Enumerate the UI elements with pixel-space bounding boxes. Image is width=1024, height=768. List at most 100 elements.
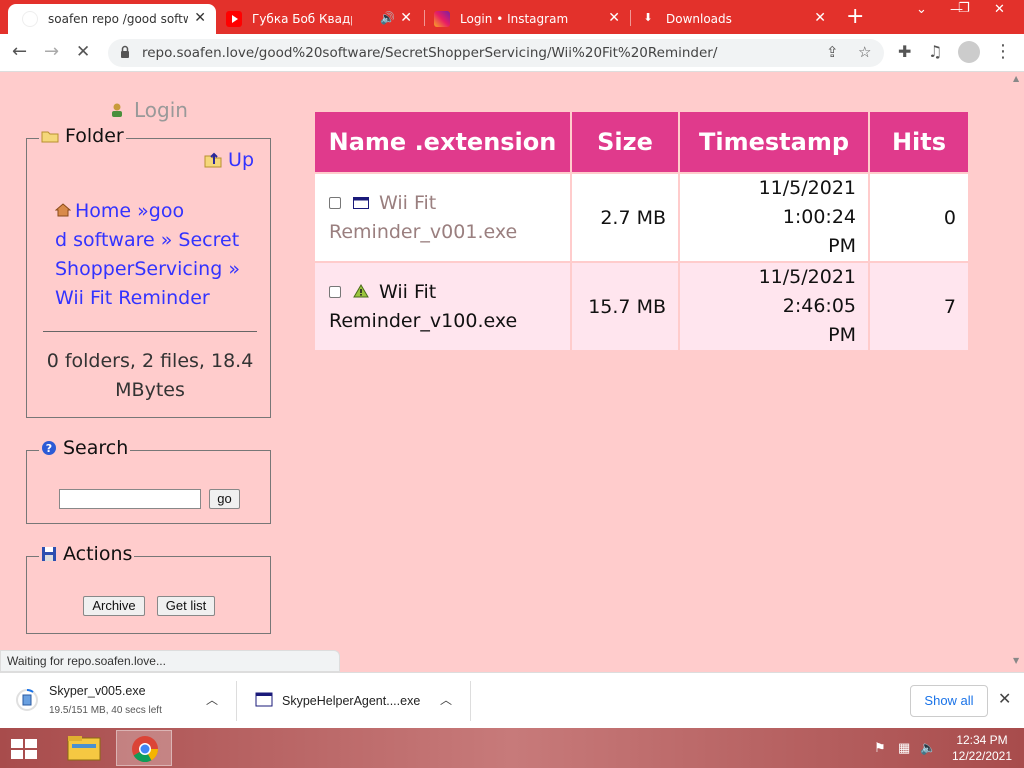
network-icon[interactable]: ▦ <box>898 740 910 756</box>
search-input[interactable] <box>59 489 201 509</box>
tab-close-icon[interactable]: ✕ <box>194 10 206 26</box>
action-center-flag-icon[interactable]: ⚑ <box>874 740 886 756</box>
file-link[interactable]: Reminder_v001.exe <box>329 221 517 243</box>
file-timestamp-cell: 11/5/2021 2:46:05 PM <box>678 261 870 352</box>
window-close-icon[interactable]: ✕ <box>994 2 1005 17</box>
actions-panel: Actions Archive Get list <box>26 543 271 634</box>
file-select-checkbox[interactable] <box>329 286 341 298</box>
status-bubble: Waiting for repo.soafen.love... <box>0 650 340 672</box>
file-table: Name .extension Size Timestamp Hits Wii … <box>313 110 970 352</box>
forward-arrow-icon[interactable]: → <box>44 42 59 62</box>
home-icon <box>54 203 72 217</box>
menu-kebab-icon[interactable]: ⋮ <box>994 42 1012 62</box>
breadcrumb-separator: » <box>228 258 240 280</box>
tab-downloads[interactable]: ⬇ Downloads ✕ <box>640 4 836 34</box>
url-text[interactable]: repo.soafen.love/good%20software/SecretS… <box>142 45 717 61</box>
download-item-skyper[interactable]: Skyper_v005.exe 19.5/151 MB, 40 secs lef… <box>0 673 234 729</box>
breadcrumb: Home »goo d software » Secret ShopperServi… <box>54 197 255 313</box>
chevron-up-icon[interactable]: ︿ <box>440 691 452 708</box>
close-shelf-icon[interactable]: ✕ <box>998 689 1011 709</box>
file-link[interactable]: Reminder_v100.exe <box>329 310 517 332</box>
table-row: Wii Fit Reminder_v001.exe 2.7 MB 11/5/202… <box>313 172 970 263</box>
breadcrumb-separator: » <box>137 200 149 222</box>
tab-close-icon[interactable]: ✕ <box>814 10 826 26</box>
audio-playing-icon[interactable]: 🔊 <box>380 11 395 25</box>
tab-soafen-repo[interactable]: soafen repo /good softwar ✕ <box>8 4 216 34</box>
file-link[interactable]: Wii Fit <box>379 192 436 214</box>
breadcrumb-text: Secret <box>178 229 240 251</box>
download-separator <box>470 681 471 721</box>
help-icon: ? <box>42 441 56 455</box>
file-link[interactable]: Wii Fit <box>379 281 436 303</box>
address-bar[interactable]: repo.soafen.love/good%20software/SecretS… <box>108 39 884 67</box>
download-item-skypehelper[interactable]: SkypeHelperAgent....exe ︿ <box>238 673 468 729</box>
login-label: Login <box>134 98 188 122</box>
tab-title: Губка Боб Квадратны <box>252 12 352 26</box>
windows-start-icon[interactable] <box>10 738 38 760</box>
extensions-puzzle-icon[interactable]: ✚ <box>898 42 911 62</box>
profile-avatar[interactable] <box>958 41 980 63</box>
share-icon[interactable]: ⇪ <box>826 43 839 61</box>
floppy-disk-icon <box>42 547 56 561</box>
tab-close-icon[interactable]: ✕ <box>400 10 412 26</box>
folder-up-icon <box>204 152 222 168</box>
breadcrumb-text: d software <box>55 229 155 251</box>
get-list-button[interactable]: Get list <box>157 596 215 616</box>
breadcrumb-wii-fit-reminder[interactable]: Wii Fit Reminder <box>55 287 210 309</box>
bookmark-star-icon[interactable]: ☆ <box>858 43 871 61</box>
file-explorer-icon[interactable] <box>56 730 112 766</box>
tab-separator <box>424 10 425 26</box>
scroll-up-icon[interactable]: ▲ <box>1013 74 1019 83</box>
file-size-cell: 15.7 MB <box>570 261 680 352</box>
scroll-down-icon[interactable]: ▼ <box>1013 656 1019 665</box>
file-name-cell: Wii Fit Reminder_v100.exe <box>313 261 572 352</box>
tab-instagram[interactable]: Login • Instagram ✕ <box>434 4 630 34</box>
file-select-checkbox[interactable] <box>329 197 341 209</box>
file-hits-cell: 7 <box>868 261 970 352</box>
download-progress-text: 19.5/151 MB, 40 secs left <box>49 705 162 716</box>
lock-icon[interactable] <box>120 45 130 59</box>
new-tab-button[interactable]: + <box>846 4 864 30</box>
restore-icon[interactable]: ❐ <box>958 1 970 16</box>
tab-spongebob[interactable]: Губка Боб Квадратны 🔊 ✕ <box>226 4 422 34</box>
search-legend: ? Search <box>39 437 131 459</box>
login-link[interactable]: Login <box>110 98 188 122</box>
system-clock[interactable]: 12:34 PM 12/22/2021 <box>942 732 1022 764</box>
up-link[interactable]: Up <box>204 149 254 171</box>
download-filename: Skyper_v005.exe <box>49 684 146 698</box>
page-scrollbar[interactable]: ▲ ▼ <box>1010 72 1024 670</box>
table-header-row: Name .extension Size Timestamp Hits <box>313 110 970 174</box>
volume-icon[interactable]: 🔈 <box>920 740 936 756</box>
youtube-icon <box>226 11 242 27</box>
media-control-icon[interactable]: ♫ <box>928 42 942 62</box>
download-progress-icon <box>16 689 38 711</box>
search-go-button[interactable]: go <box>209 489 240 509</box>
col-header-hits[interactable]: Hits <box>868 110 970 174</box>
timestamp-text: PM <box>828 324 856 346</box>
chrome-taskbar-icon[interactable] <box>116 730 172 766</box>
page-favicon-icon <box>22 11 38 27</box>
archive-button[interactable]: Archive <box>83 596 145 616</box>
back-arrow-icon[interactable]: ← <box>12 42 27 62</box>
tab-separator <box>630 10 631 26</box>
file-name-cell: Wii Fit Reminder_v001.exe <box>313 172 572 263</box>
col-header-size[interactable]: Size <box>570 110 680 174</box>
col-header-name[interactable]: Name .extension <box>313 110 572 174</box>
stop-loading-icon[interactable]: ✕ <box>76 42 90 62</box>
download-icon: ⬇ <box>643 11 653 24</box>
up-label: Up <box>228 149 254 171</box>
tab-search-icon[interactable]: ⌄ <box>916 2 927 17</box>
actions-legend: Actions <box>39 543 135 565</box>
search-legend-label: Search <box>63 437 129 459</box>
folder-legend-label: Folder <box>65 125 124 147</box>
file-hits-cell: 0 <box>868 172 970 263</box>
breadcrumb-home[interactable]: Home <box>75 200 131 222</box>
browser-toolbar: ← → ✕ repo.soafen.love/good%20software/S… <box>0 34 1024 72</box>
chevron-up-icon[interactable]: ︿ <box>206 691 218 708</box>
timestamp-text: PM <box>828 235 856 257</box>
search-panel: ? Search go <box>26 437 271 524</box>
tab-close-icon[interactable]: ✕ <box>608 10 620 26</box>
show-all-downloads-button[interactable]: Show all <box>910 685 988 717</box>
col-header-timestamp[interactable]: Timestamp <box>678 110 870 174</box>
breadcrumb-text: ShopperServicing <box>55 258 223 280</box>
